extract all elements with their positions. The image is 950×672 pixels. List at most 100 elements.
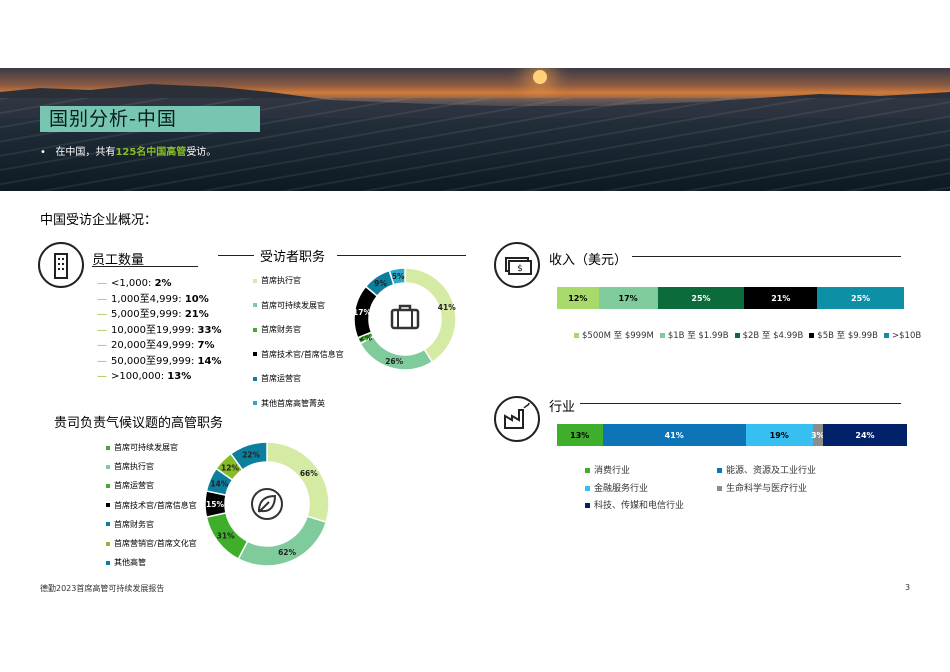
employee-row: —1,000至4,999: 10%: [97, 293, 209, 305]
legend-item: 科技、传媒和电信行业: [585, 498, 684, 511]
donut-data-label: 26%: [385, 357, 403, 366]
bar-segment: 25%: [817, 287, 904, 309]
bar-segment: 41%: [602, 424, 746, 446]
legend-item: 其他首席高管菁英: [253, 392, 344, 417]
employee-row-label: 20,000至49,999:: [111, 340, 198, 351]
legend-swatch: [585, 503, 590, 508]
overview-title: 中国受访企业概况：: [40, 213, 158, 228]
legend-swatch: [585, 486, 590, 491]
legend-swatch: [253, 303, 257, 307]
employee-row-value: 14%: [197, 355, 222, 367]
bar-segment: 17%: [598, 287, 658, 309]
employee-row-value: 33%: [197, 324, 222, 336]
bar-segment: 19%: [746, 424, 813, 446]
legend-label: 首席可持续发展官: [261, 300, 325, 310]
donut-data-label: 9%: [374, 279, 387, 288]
legend-label: 生命科学与医疗行业: [726, 484, 808, 494]
employee-row-value: 10%: [184, 293, 209, 305]
bar-segment: 24%: [823, 424, 907, 446]
legend-label: $1B 至 $1.99B: [667, 331, 729, 341]
legend-swatch: [253, 352, 257, 356]
employee-row: —50,000至99,999: 14%: [97, 355, 222, 367]
climate-title: 贵司负责气候议题的高管职务: [54, 416, 224, 431]
legend-item: 首席执行官: [253, 269, 344, 294]
legend-label: 首席执行官: [114, 462, 154, 472]
legend-swatch: [106, 445, 110, 450]
employee-row: — >100,000: 13%: [97, 371, 192, 382]
legend-item: 首席营销官/首席文化官: [106, 534, 197, 553]
legend-swatch: [253, 401, 257, 405]
legend-swatch: [809, 333, 815, 338]
revenue-rule: [632, 256, 901, 257]
legend-swatch: [106, 522, 110, 527]
legend-item: 首席执行官: [106, 457, 197, 476]
building-icon: [38, 242, 84, 288]
employee-row-value: 13%: [167, 371, 192, 382]
legend-swatch: [106, 541, 110, 546]
donut-data-label: 66%: [300, 469, 318, 478]
intro-highlight: 125名中国高管: [115, 147, 187, 158]
intro-bullet: • 在中国，共有125名中国高管受访。: [40, 147, 217, 158]
donut-data-label: 41%: [438, 303, 456, 312]
climate-legend: 首席可持续发展官 首席执行官 首席运营官 首席技术官/首席信息官 首席财务官 首席营销官/…: [106, 438, 197, 572]
employee-row-label: 5,000至9,999:: [111, 309, 185, 320]
donut-data-label: 17%: [353, 308, 371, 317]
legend-swatch: [734, 333, 740, 338]
legend-item: 首席财务官: [106, 515, 197, 534]
legend-swatch: [574, 333, 579, 338]
donut-data-label: 15%: [206, 500, 224, 509]
legend-label: 其他首席高管菁英: [261, 398, 325, 408]
donut-data-label: 31%: [217, 532, 235, 541]
donut-data-label: 62%: [278, 548, 296, 557]
money-icon: $: [494, 242, 540, 288]
intro-post: 受访。: [186, 147, 217, 158]
donut-data-label: 12%: [221, 463, 239, 472]
legend-swatch: [585, 468, 590, 473]
employee-row: —5,000至9,999: 21%: [97, 309, 209, 320]
factory-icon: [494, 396, 540, 442]
roles-rule-left: [218, 255, 254, 256]
roles-title: 受访者职务: [260, 250, 326, 265]
legend-item: 首席技术官/首席信息官: [253, 343, 344, 368]
bar-segment: 25%: [657, 287, 745, 309]
legend-swatch: [253, 278, 257, 283]
legend-label: 首席技术官/首席信息官: [114, 500, 197, 510]
leaf-icon: [250, 487, 284, 525]
legend-swatch: [717, 486, 722, 491]
revenue-title: 收入（美元）: [549, 253, 628, 268]
legend-swatch: [106, 560, 110, 565]
briefcase-icon: [389, 301, 421, 337]
legend-label: 首席财务官: [261, 325, 301, 334]
page-title: 国别分析-中国: [49, 108, 177, 130]
bar-segment: 13%: [557, 424, 603, 446]
donut-data-label: 14%: [210, 479, 228, 488]
legend-item: 其他高管: [106, 553, 197, 572]
intro-pre: 在中国，共有: [55, 147, 116, 158]
revenue-legend: $500M 至 $999M $1B 至 $1.99B $2B 至 $4.99B $5B…: [568, 329, 921, 341]
page-number: 3: [905, 583, 911, 592]
legend-label: 其他高管: [114, 558, 146, 568]
legend-item: 首席运营官: [253, 367, 344, 392]
legend-label: $500M 至 $999M: [582, 331, 654, 341]
legend-swatch: [106, 503, 110, 508]
employee-row-label: <1,000:: [111, 278, 155, 289]
employee-row: —10,000至19,999: 33%: [97, 324, 222, 336]
employees-rule: [92, 266, 198, 267]
bar-segment: 12%: [557, 287, 599, 309]
employee-row-label: 10,000至19,999:: [111, 324, 198, 336]
legend-item: 消费行业: [585, 463, 630, 476]
legend-label: 首席可持续发展官: [114, 443, 178, 452]
employee-row-label: >100,000:: [111, 371, 168, 382]
legend-swatch: [884, 333, 889, 338]
legend-label: 科技、传媒和电信行业: [594, 501, 685, 511]
legend-swatch: [106, 464, 110, 469]
legend-swatch: [717, 468, 722, 473]
legend-label: 首席运营官: [261, 374, 301, 383]
legend-label: 首席营销官/首席文化官: [114, 539, 197, 549]
employee-row: — <1,000: 2%: [97, 278, 172, 289]
legend-label: >$10B: [892, 331, 922, 341]
legend-swatch: [253, 327, 257, 332]
employee-row-value: 2%: [154, 278, 172, 289]
industry-stacked-bar: 13% 41% 19% 3% 24%: [557, 424, 907, 446]
roles-legend: 首席执行官首席可持续发展官 首席财务官首席技术官/首席信息官首席运营官其他首席高管…: [253, 269, 344, 416]
